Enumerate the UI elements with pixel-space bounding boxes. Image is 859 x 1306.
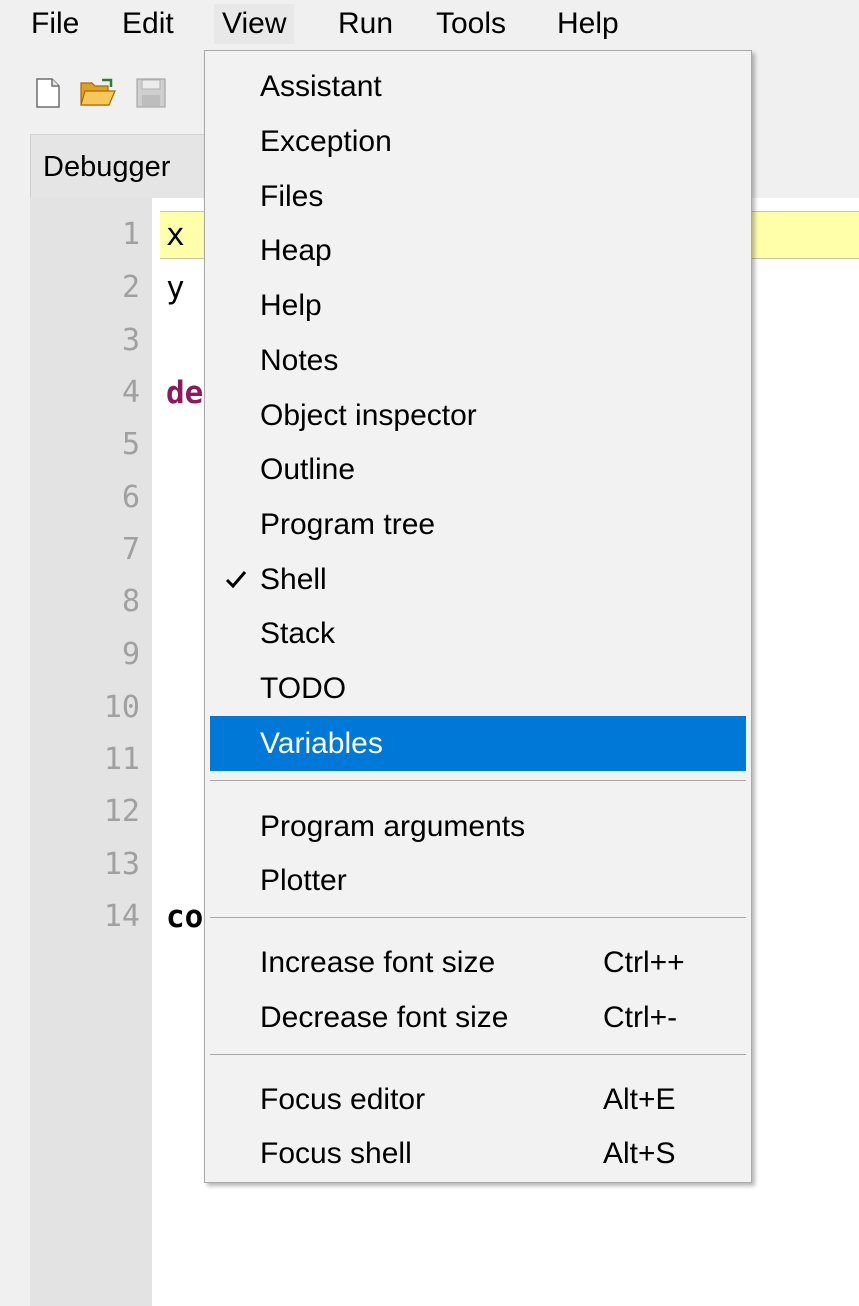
menu-item-label: Shell — [260, 563, 327, 596]
menu-item-assistant[interactable]: Assistant — [210, 59, 746, 114]
code-line-4: de — [166, 375, 204, 411]
menu-edit[interactable]: Edit — [114, 4, 182, 44]
menu-item-shortcut: Ctrl+- — [603, 1001, 678, 1034]
menubar: File Edit View Run Tools Help — [0, 0, 859, 50]
menu-item-label: Outline — [260, 453, 356, 486]
menu-view[interactable]: View — [214, 4, 295, 44]
menu-item-stack[interactable]: Stack — [210, 606, 746, 661]
menu-item-label: Stack — [260, 617, 336, 650]
menu-item-label: Assistant — [260, 70, 382, 103]
line-number: 5 — [121, 427, 140, 462]
line-number: 8 — [121, 584, 140, 619]
menu-item-object-inspector[interactable]: Object inspector — [210, 388, 746, 443]
code-line-2: y — [166, 270, 185, 306]
new-file-icon[interactable] — [35, 78, 61, 113]
menu-item-outline[interactable]: Outline — [210, 442, 746, 497]
menu-item-label: Exception — [260, 125, 392, 158]
menu-item-label: Object inspector — [260, 399, 477, 432]
menu-item-label: Decrease font size — [260, 1001, 509, 1034]
line-number: 12 — [103, 794, 140, 829]
menu-item-program-tree[interactable]: Program tree — [210, 497, 746, 552]
menu-run[interactable]: Run — [330, 4, 401, 44]
tab-debugger[interactable]: Debugger — [30, 134, 231, 199]
tab-label: Debugger — [43, 151, 171, 183]
menu-item-todo[interactable]: TODO — [210, 661, 746, 716]
menu-item-help[interactable]: Help — [210, 278, 746, 333]
open-folder-icon[interactable] — [80, 78, 116, 113]
line-number: 11 — [103, 742, 140, 777]
menu-item-label: Program arguments — [260, 810, 526, 843]
menu-item-label: Heap — [260, 234, 332, 267]
line-number: 1 — [121, 217, 140, 252]
line-number: 4 — [121, 375, 140, 410]
menu-item-label: Increase font size — [260, 946, 496, 979]
checkmark-icon — [225, 571, 247, 589]
line-number-gutter: 1 2 3 4 5 6 7 8 9 10 11 12 13 14 — [30, 198, 152, 1306]
code-line-1: x — [166, 217, 185, 253]
menu-file[interactable]: File — [23, 4, 87, 44]
menu-item-label: Files — [260, 180, 324, 213]
menu-item-label: Notes — [260, 344, 339, 377]
menu-item-label: Variables — [260, 727, 383, 760]
menu-item-label: Focus editor — [260, 1083, 426, 1116]
menu-item-label: Program tree — [260, 508, 436, 541]
menu-item-label: Plotter — [260, 864, 347, 897]
menu-item-plotter[interactable]: Plotter — [210, 853, 746, 908]
menu-item-label: Focus shell — [260, 1137, 412, 1170]
menu-item-exception[interactable]: Exception — [210, 114, 746, 169]
menu-item-shortcut: Ctrl++ — [603, 946, 685, 979]
menu-item-variables[interactable]: Variables — [210, 716, 746, 771]
menu-item-program-arguments[interactable]: Program arguments — [210, 799, 746, 854]
line-number: 13 — [103, 847, 140, 882]
menu-item-increase-font-size[interactable]: Increase font size Ctrl++ — [210, 935, 746, 990]
line-number: 6 — [121, 480, 140, 515]
menu-item-shell[interactable]: Shell — [210, 552, 746, 607]
code-line-14: co — [166, 899, 204, 935]
line-number: 9 — [121, 637, 140, 672]
menu-help[interactable]: Help — [549, 4, 627, 44]
line-number: 14 — [103, 899, 140, 934]
menu-item-heap[interactable]: Heap — [210, 223, 746, 278]
view-menu-dropdown: Assistant Exception Files Heap Help Note… — [204, 50, 752, 1183]
menu-item-focus-shell[interactable]: Focus shell Alt+S — [210, 1126, 746, 1181]
line-number: 10 — [103, 690, 140, 725]
menu-item-decrease-font-size[interactable]: Decrease font size Ctrl+- — [210, 990, 746, 1045]
menu-item-label: Help — [260, 289, 322, 322]
menu-item-focus-editor[interactable]: Focus editor Alt+E — [210, 1072, 746, 1127]
menu-tools[interactable]: Tools — [428, 4, 514, 44]
menu-item-notes[interactable]: Notes — [210, 333, 746, 388]
menu-item-shortcut: Alt+E — [603, 1083, 676, 1116]
line-number: 3 — [121, 323, 140, 358]
line-number: 2 — [121, 270, 140, 305]
menu-item-shortcut: Alt+S — [603, 1137, 676, 1170]
menu-item-files[interactable]: Files — [210, 169, 746, 224]
menu-separator — [210, 917, 746, 918]
menu-separator — [210, 780, 746, 781]
menu-separator — [210, 1054, 746, 1055]
line-number: 7 — [121, 532, 140, 567]
save-icon[interactable] — [136, 78, 166, 113]
menu-item-label: TODO — [260, 672, 347, 705]
